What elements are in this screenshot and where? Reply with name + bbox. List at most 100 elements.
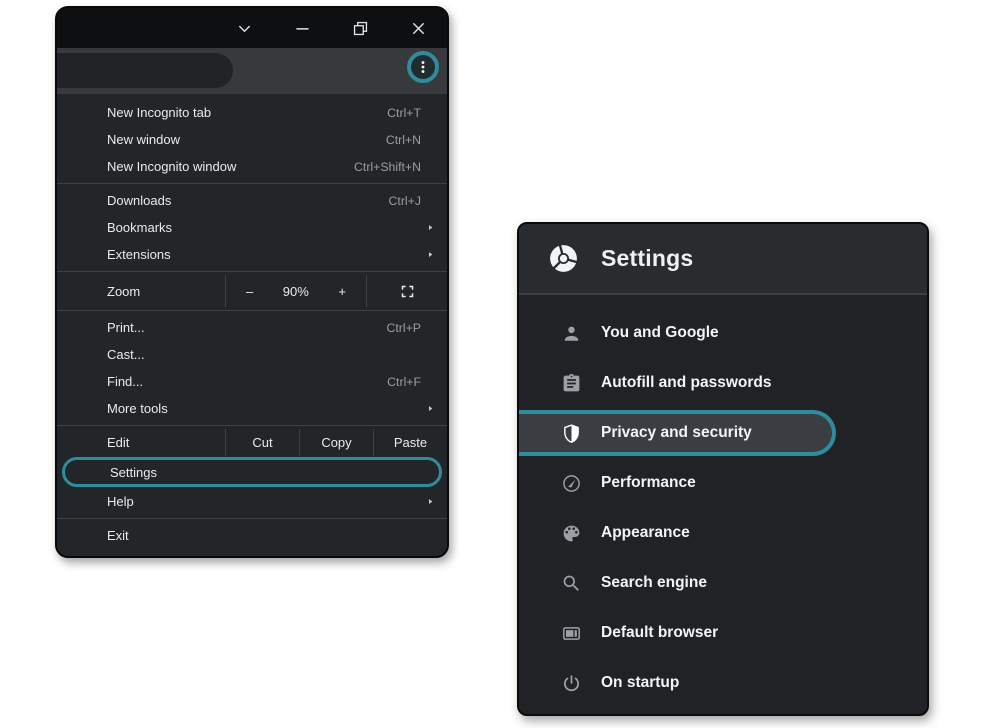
sidebar-item-appearance[interactable]: Appearance [519,508,927,558]
chevron-down-icon [235,19,254,38]
menu-group: Exit [57,519,447,552]
minimize-icon [293,19,312,38]
sidebar-item-label: Default browser [601,624,718,642]
shield-icon [561,423,582,444]
menu-item-help[interactable]: Help [57,488,447,515]
sidebar-item-default-browser[interactable]: Default browser [519,608,927,658]
power-icon [561,673,582,694]
browser-dropdown-menu: New Incognito tabCtrl+TNew windowCtrl+NN… [57,94,447,554]
sidebar-item-search-engine[interactable]: Search engine [519,558,927,608]
sidebar-item-label: Autofill and passwords [601,374,772,392]
sidebar-item-privacy-and-security[interactable]: Privacy and security [519,410,836,456]
settings-nav: You and Google Autofill and passwords Priv… [519,295,927,708]
menu-item-more-tools[interactable]: More tools [57,395,447,422]
minimize-button[interactable] [273,8,331,48]
browser-toolbar [57,48,447,94]
shortcut-label: Ctrl+Shift+N [354,160,421,174]
zoom-level: 90% [283,284,309,299]
menu-item-label: New Incognito tab [107,105,211,120]
tab-search-button[interactable] [215,8,273,48]
menu-item-label: Find... [107,374,143,389]
clipboard-icon [561,373,582,394]
menu-item-settings[interactable]: Settings [62,457,442,487]
sidebar-item-you-and-google[interactable]: You and Google [519,308,927,358]
chrome-logo-icon [547,242,580,275]
person-icon [561,323,582,344]
submenu-arrow-icon [426,497,435,506]
browser-window-icon [561,623,582,644]
restore-icon [351,19,370,38]
kebab-menu-icon [414,58,432,76]
menu-item-label: New window [107,132,180,147]
menu-item-find[interactable]: Find... Ctrl+F [57,368,447,395]
menu-item-cast[interactable]: Cast... [57,341,447,368]
menu-item-downloads[interactable]: Downloads Ctrl+J [57,187,447,214]
menu-group: Print... Ctrl+P Cast... Find... Ctrl+F More t… [57,311,447,425]
fullscreen-button[interactable] [367,275,447,307]
copy-button[interactable]: Copy [299,429,373,456]
sidebar-item-label: Performance [601,474,696,492]
cut-button[interactable]: Cut [225,429,299,456]
more-menu-button[interactable] [407,51,439,83]
sidebar-item-label: Privacy and security [601,424,752,442]
menu-item-new-incognito-window[interactable]: New Incognito window Ctrl+Shift+N [57,153,447,180]
menu-item-label: Settings [110,465,157,480]
menu-item-new-window[interactable]: New window Ctrl+N [57,126,447,153]
menu-item-extensions[interactable]: Extensions [57,241,447,268]
menu-item-bookmarks[interactable]: Bookmarks [57,214,447,241]
submenu-arrow-icon [426,250,435,259]
page-title: Settings [601,245,693,272]
sidebar-item-performance[interactable]: Performance [519,458,927,508]
window-titlebar [57,8,447,48]
sidebar-item-label: On startup [601,674,679,692]
submenu-arrow-icon [426,404,435,413]
submenu-arrow-icon [426,223,435,232]
menu-item-label: Exit [107,528,129,543]
shortcut-label: Ctrl+N [386,133,421,147]
paste-button[interactable]: Paste [373,429,447,456]
zoom-controls: – 90% + [225,275,367,307]
shortcut-label: Ctrl+T [387,106,421,120]
zoom-label: Zoom [57,275,225,307]
close-button[interactable] [389,8,447,48]
edit-label: Edit [57,429,225,456]
shortcut-label: Ctrl+F [387,375,421,389]
settings-panel: Settings You and Google Autofill and pass… [517,222,929,716]
close-icon [409,19,428,38]
menu-item-label: Bookmarks [107,220,172,235]
restore-button[interactable] [331,8,389,48]
address-bar[interactable] [57,53,233,88]
sidebar-item-label: Search engine [601,574,707,592]
menu-item-label: Print... [107,320,145,335]
sidebar-item-autofill-and-passwords[interactable]: Autofill and passwords [519,358,927,408]
menu-item-label: More tools [107,401,168,416]
tutorial-canvas: New Incognito tabCtrl+TNew windowCtrl+NN… [0,0,1000,728]
fullscreen-icon [400,284,415,299]
shortcut-label: Ctrl+J [389,194,421,208]
menu-group: Downloads Ctrl+J Bookmarks Extensions [57,184,447,271]
menu-item-exit[interactable]: Exit [57,522,447,549]
sidebar-item-on-startup[interactable]: On startup [519,658,927,708]
menu-group: EditCutCopyPaste Settings Help [57,426,447,518]
sidebar-item-label: Appearance [601,524,690,542]
menu-item-print[interactable]: Print... Ctrl+P [57,314,447,341]
menu-item-label: New Incognito window [107,159,236,174]
menu-item-zoom: Zoom – 90% + [57,275,447,307]
browser-menu-window: New Incognito tabCtrl+TNew windowCtrl+NN… [55,6,449,558]
zoom-in-button[interactable]: + [338,284,346,299]
zoom-out-button[interactable]: – [246,284,253,299]
menu-item-label: Extensions [107,247,171,262]
menu-item-label: Cast... [107,347,145,362]
settings-header: Settings [519,224,927,295]
menu-item-edit: EditCutCopyPaste [57,429,447,456]
menu-item-label: Downloads [107,193,171,208]
palette-icon [561,523,582,544]
menu-item-new-incognito-tab[interactable]: New Incognito tab Ctrl+T [57,99,447,126]
sidebar-item-label: You and Google [601,324,719,342]
shortcut-label: Ctrl+P [386,321,421,335]
menu-group: Zoom – 90% + [57,272,447,310]
menu-group: New Incognito tabCtrl+TNew windowCtrl+NN… [57,96,447,183]
speedometer-icon [561,473,582,494]
menu-item-label: Help [107,494,134,509]
search-icon [561,573,582,594]
